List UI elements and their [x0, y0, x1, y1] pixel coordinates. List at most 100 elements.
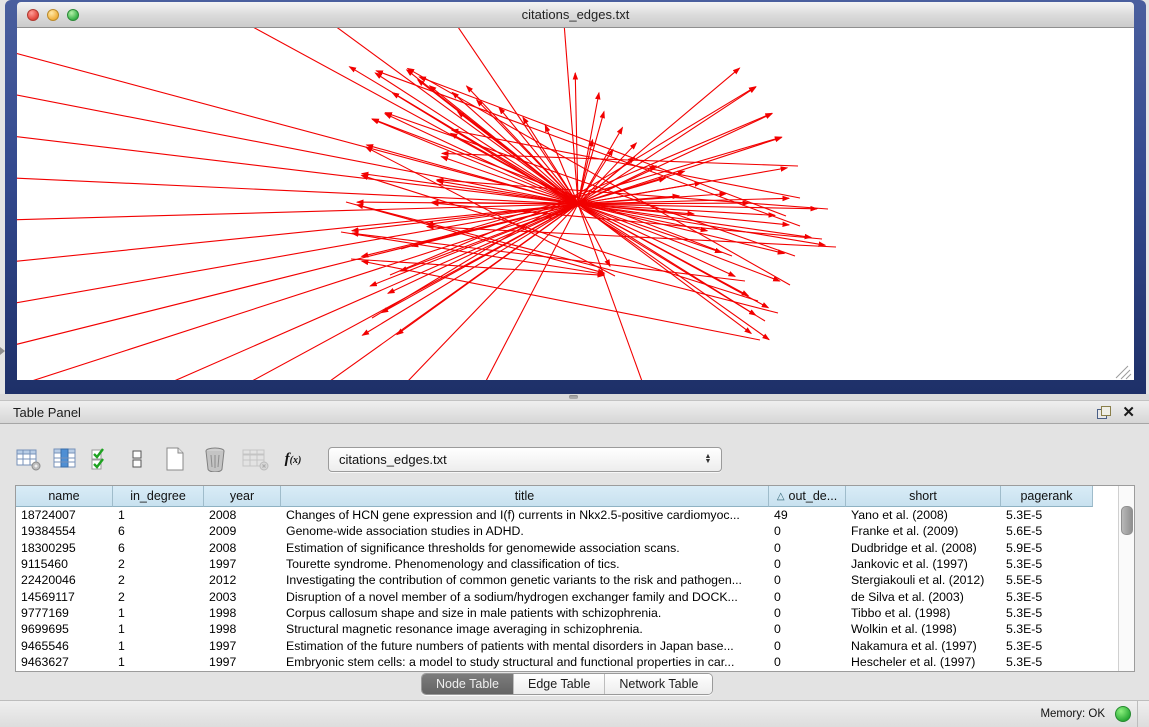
cell-title[interactable]: Estimation of the future numbers of pati… [281, 637, 769, 653]
table-row[interactable]: 946554611997Estimation of the future num… [16, 637, 1134, 653]
network-svg[interactable] [17, 28, 1134, 380]
cell-year[interactable]: 1997 [204, 556, 281, 572]
cell-name[interactable]: 9777169 [16, 605, 113, 621]
cell-title[interactable]: Corpus callosum shape and size in male p… [281, 605, 769, 621]
cell-out_degree[interactable]: 0 [769, 621, 846, 637]
cell-name[interactable]: 18300295 [16, 540, 113, 556]
cell-out_degree[interactable]: 0 [769, 523, 846, 539]
cell-short[interactable]: Franke et al. (2009) [846, 523, 1001, 539]
cell-year[interactable]: 2008 [204, 540, 281, 556]
new-document-button[interactable] [158, 444, 192, 474]
cell-title[interactable]: Tourette syndrome. Phenomenology and cla… [281, 556, 769, 572]
cell-name[interactable]: 9463627 [16, 654, 113, 670]
cell-pagerank[interactable]: 5.9E-5 [1001, 540, 1093, 556]
cell-year[interactable]: 2008 [204, 507, 281, 523]
cell-name[interactable]: 14569117 [16, 588, 113, 604]
cell-short[interactable]: Jankovic et al. (1997) [846, 556, 1001, 572]
scrollbar-thumb[interactable] [1121, 506, 1133, 535]
column-header-in_degree[interactable]: in_degree [113, 486, 204, 507]
trash-button[interactable] [198, 444, 232, 474]
cell-name[interactable]: 18724007 [16, 507, 113, 523]
cell-in_degree[interactable]: 1 [113, 637, 204, 653]
cell-year[interactable]: 1997 [204, 654, 281, 670]
cell-year[interactable]: 1998 [204, 605, 281, 621]
table-row[interactable]: 1830029562008Estimation of significance … [16, 540, 1134, 556]
cell-title[interactable]: Disruption of a novel member of a sodium… [281, 588, 769, 604]
table-row[interactable]: 969969511998Structural magnetic resonanc… [16, 621, 1134, 637]
cell-name[interactable]: 19384554 [16, 523, 113, 539]
cell-name[interactable]: 9115460 [16, 556, 113, 572]
cell-name[interactable]: 9465546 [16, 637, 113, 653]
cell-short[interactable]: Nakamura et al. (1997) [846, 637, 1001, 653]
table-row[interactable]: 2242004622012Investigating the contribut… [16, 572, 1134, 588]
panel-collapse-arrow[interactable] [0, 347, 5, 355]
cell-in_degree[interactable]: 1 [113, 621, 204, 637]
cell-out_degree[interactable]: 0 [769, 572, 846, 588]
cell-pagerank[interactable]: 5.5E-5 [1001, 572, 1093, 588]
table-row[interactable]: 1456911722003Disruption of a novel membe… [16, 588, 1134, 604]
tab-edge-table[interactable]: Edge Table [514, 674, 605, 694]
cell-in_degree[interactable]: 2 [113, 572, 204, 588]
table-row[interactable]: 946362711997Embryonic stem cells: a mode… [16, 654, 1134, 670]
cell-pagerank[interactable]: 5.3E-5 [1001, 556, 1093, 572]
cell-pagerank[interactable]: 5.3E-5 [1001, 588, 1093, 604]
close-panel-icon[interactable]: ✕ [1122, 406, 1135, 419]
cell-year[interactable]: 1997 [204, 637, 281, 653]
cell-out_degree[interactable]: 0 [769, 588, 846, 604]
cell-out_degree[interactable]: 0 [769, 556, 846, 572]
cell-short[interactable]: Dudbridge et al. (2008) [846, 540, 1001, 556]
cell-year[interactable]: 2012 [204, 572, 281, 588]
column-header-out_degree[interactable]: △out_de... [769, 486, 846, 507]
cell-in_degree[interactable]: 1 [113, 605, 204, 621]
cell-title[interactable]: Estimation of significance thresholds fo… [281, 540, 769, 556]
cell-title[interactable]: Genome-wide association studies in ADHD. [281, 523, 769, 539]
cell-year[interactable]: 2003 [204, 588, 281, 604]
vertical-scrollbar[interactable] [1118, 486, 1134, 671]
window-titlebar[interactable]: citations_edges.txt [17, 2, 1134, 28]
cell-in_degree[interactable]: 6 [113, 540, 204, 556]
table-row[interactable]: 1872400712008Changes of HCN gene express… [16, 507, 1134, 523]
table-row[interactable]: 911546021997Tourette syndrome. Phenomeno… [16, 556, 1134, 572]
cell-title[interactable]: Investigating the contribution of common… [281, 572, 769, 588]
table-selector-dropdown[interactable]: citations_edges.txt ▲▼ [328, 447, 722, 472]
column-header-pagerank[interactable]: pagerank [1001, 486, 1093, 507]
cell-pagerank[interactable]: 5.3E-5 [1001, 637, 1093, 653]
cell-year[interactable]: 1998 [204, 621, 281, 637]
cell-pagerank[interactable]: 5.3E-5 [1001, 654, 1093, 670]
function-builder-button[interactable]: f(x) [278, 444, 308, 474]
row-height-button[interactable] [122, 444, 152, 474]
cell-short[interactable]: Tibbo et al. (1998) [846, 605, 1001, 621]
cell-short[interactable]: Stergiakouli et al. (2012) [846, 572, 1001, 588]
cell-year[interactable]: 2009 [204, 523, 281, 539]
select-column-button[interactable] [50, 444, 80, 474]
float-window-icon[interactable] [1097, 406, 1110, 419]
column-header-title[interactable]: title [281, 486, 769, 507]
cell-out_degree[interactable]: 0 [769, 654, 846, 670]
cell-in_degree[interactable]: 6 [113, 523, 204, 539]
cell-title[interactable]: Embryonic stem cells: a model to study s… [281, 654, 769, 670]
cell-title[interactable]: Changes of HCN gene expression and I(f) … [281, 507, 769, 523]
cell-in_degree[interactable]: 1 [113, 507, 204, 523]
column-header-name[interactable]: name [16, 486, 113, 507]
table-row[interactable]: 1938455462009Genome-wide association stu… [16, 523, 1134, 539]
tab-node-table[interactable]: Node Table [422, 674, 514, 694]
cell-pagerank[interactable]: 5.6E-5 [1001, 523, 1093, 539]
cell-out_degree[interactable]: 0 [769, 637, 846, 653]
cell-title[interactable]: Structural magnetic resonance image aver… [281, 621, 769, 637]
cell-pagerank[interactable]: 5.3E-5 [1001, 621, 1093, 637]
table-settings-button[interactable] [14, 444, 44, 474]
cell-short[interactable]: Wolkin et al. (1998) [846, 621, 1001, 637]
table-row[interactable]: 977716911998Corpus callosum shape and si… [16, 605, 1134, 621]
cell-short[interactable]: Hescheler et al. (1997) [846, 654, 1001, 670]
cell-out_degree[interactable]: 49 [769, 507, 846, 523]
cell-pagerank[interactable]: 5.3E-5 [1001, 605, 1093, 621]
cell-in_degree[interactable]: 2 [113, 588, 204, 604]
delete-table-button-disabled[interactable] [238, 444, 272, 474]
column-header-year[interactable]: year [204, 486, 281, 507]
tab-network-table[interactable]: Network Table [605, 674, 712, 694]
checkbox-list-button[interactable] [86, 444, 116, 474]
cell-short[interactable]: Yano et al. (2008) [846, 507, 1001, 523]
cell-out_degree[interactable]: 0 [769, 540, 846, 556]
cell-short[interactable]: de Silva et al. (2003) [846, 588, 1001, 604]
cell-in_degree[interactable]: 1 [113, 654, 204, 670]
